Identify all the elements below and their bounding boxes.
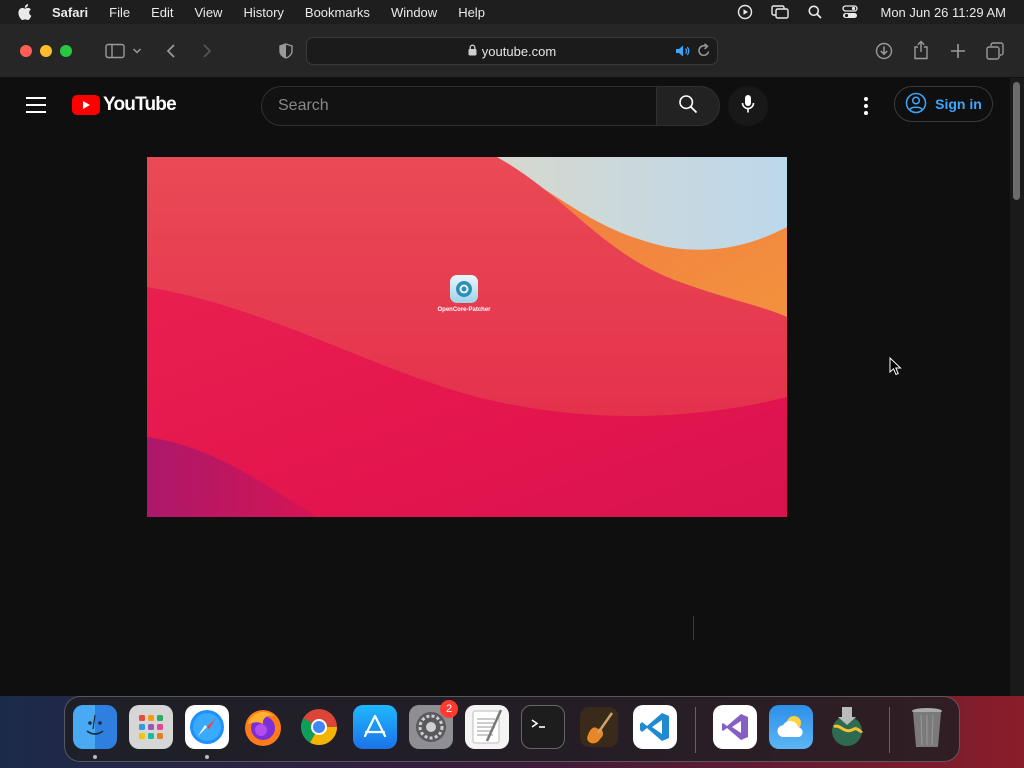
dock-trash-icon[interactable] bbox=[905, 705, 949, 749]
zoom-window-button[interactable] bbox=[60, 44, 72, 57]
search-icon bbox=[678, 94, 698, 119]
dock-firefox-icon[interactable] bbox=[241, 705, 285, 749]
tab-overview-icon[interactable] bbox=[981, 37, 1009, 65]
sidebar-icon[interactable] bbox=[101, 37, 129, 65]
youtube-logo[interactable]: YouTube bbox=[72, 94, 177, 116]
safari-window: youtube.com YouTube Search Sign in OpenC… bbox=[0, 24, 1024, 696]
menu-file[interactable]: File bbox=[109, 5, 130, 20]
menu-help[interactable]: Help bbox=[458, 5, 485, 20]
text-caret-line bbox=[693, 616, 694, 640]
menu-bookmarks[interactable]: Bookmarks bbox=[305, 5, 370, 20]
dock-terminal-icon[interactable] bbox=[521, 705, 565, 749]
youtube-play-icon bbox=[72, 95, 100, 115]
address-bar[interactable]: youtube.com bbox=[306, 37, 718, 65]
dock-launchpad-icon[interactable] bbox=[129, 705, 173, 749]
menu-bar: Safari File Edit View History Bookmarks … bbox=[0, 0, 1024, 24]
dock-running-indicator bbox=[93, 755, 97, 759]
dock-downloads-stack-icon[interactable] bbox=[825, 705, 869, 749]
youtube-logo-text: YouTube bbox=[103, 94, 177, 115]
sign-in-button[interactable]: Sign in bbox=[894, 86, 993, 122]
new-tab-icon[interactable] bbox=[944, 37, 972, 65]
dock-finder-icon[interactable] bbox=[73, 705, 117, 749]
voice-search-button[interactable] bbox=[728, 86, 768, 126]
chevron-down-icon[interactable] bbox=[129, 37, 145, 65]
window-controls bbox=[20, 44, 80, 57]
menu-history[interactable]: History bbox=[243, 5, 283, 20]
dock-safari-icon[interactable] bbox=[185, 705, 229, 749]
search-input[interactable] bbox=[278, 97, 638, 115]
menu-window[interactable]: Window bbox=[391, 5, 437, 20]
dock-system-settings-icon[interactable]: 2 bbox=[409, 700, 458, 749]
screen-record-icon[interactable] bbox=[736, 4, 754, 20]
dock-weather-icon[interactable] bbox=[769, 705, 813, 749]
minimize-window-button[interactable] bbox=[40, 44, 52, 57]
address-bar-url: youtube.com bbox=[481, 43, 557, 59]
back-icon[interactable] bbox=[157, 37, 185, 65]
lock-icon bbox=[468, 44, 477, 59]
menu-view[interactable]: View bbox=[195, 5, 223, 20]
spotlight-search-icon[interactable] bbox=[806, 4, 824, 20]
screen-mirroring-icon[interactable] bbox=[771, 4, 790, 20]
close-window-button[interactable] bbox=[20, 44, 32, 57]
dock-vscode-icon[interactable] bbox=[633, 705, 677, 749]
sign-in-label: Sign in bbox=[935, 96, 982, 112]
youtube-header: YouTube Sign in bbox=[0, 78, 1010, 134]
safari-toolbar: youtube.com bbox=[0, 24, 1024, 78]
dock-separator bbox=[695, 707, 696, 753]
account-icon bbox=[905, 92, 935, 117]
downloads-icon[interactable] bbox=[870, 37, 898, 65]
control-center-icon[interactable] bbox=[841, 4, 859, 20]
reload-icon[interactable] bbox=[697, 43, 711, 61]
menu-edit[interactable]: Edit bbox=[151, 5, 173, 20]
dock: 2 bbox=[64, 696, 960, 762]
dock-textedit-icon[interactable] bbox=[465, 705, 509, 749]
scrollbar-thumb[interactable] bbox=[1013, 82, 1020, 200]
apple-menu-icon[interactable] bbox=[18, 4, 34, 20]
dock-garageband-icon[interactable] bbox=[577, 705, 621, 749]
menu-icon[interactable] bbox=[26, 97, 46, 113]
share-icon[interactable] bbox=[907, 36, 935, 64]
audio-playing-icon[interactable] bbox=[675, 44, 691, 61]
microphone-icon bbox=[741, 94, 755, 119]
dock-visual-studio-icon[interactable] bbox=[713, 705, 757, 749]
mouse-cursor-icon bbox=[889, 357, 902, 376]
privacy-shield-icon[interactable] bbox=[272, 37, 300, 65]
video-player[interactable]: OpenCore-Patcher bbox=[147, 157, 787, 517]
dock-separator bbox=[889, 707, 890, 753]
menu-app-name[interactable]: Safari bbox=[52, 5, 88, 20]
search-field[interactable] bbox=[261, 86, 657, 126]
more-options-icon[interactable] bbox=[856, 94, 876, 118]
search-button[interactable] bbox=[656, 86, 720, 126]
menu-bar-clock[interactable]: Mon Jun 26 11:29 AM bbox=[880, 5, 1006, 20]
notification-badge: 2 bbox=[440, 700, 458, 718]
dock-app-store-icon[interactable] bbox=[353, 705, 397, 749]
dock-chrome-icon[interactable] bbox=[297, 705, 341, 749]
dock-running-indicator bbox=[205, 755, 209, 759]
page-scrollbar[interactable] bbox=[1010, 78, 1024, 696]
forward-icon[interactable] bbox=[193, 37, 221, 65]
opencore-patcher-app-icon[interactable] bbox=[450, 275, 478, 303]
video-frame-wallpaper bbox=[147, 157, 787, 517]
desktop-icon-label: OpenCore-Patcher bbox=[437, 307, 491, 313]
